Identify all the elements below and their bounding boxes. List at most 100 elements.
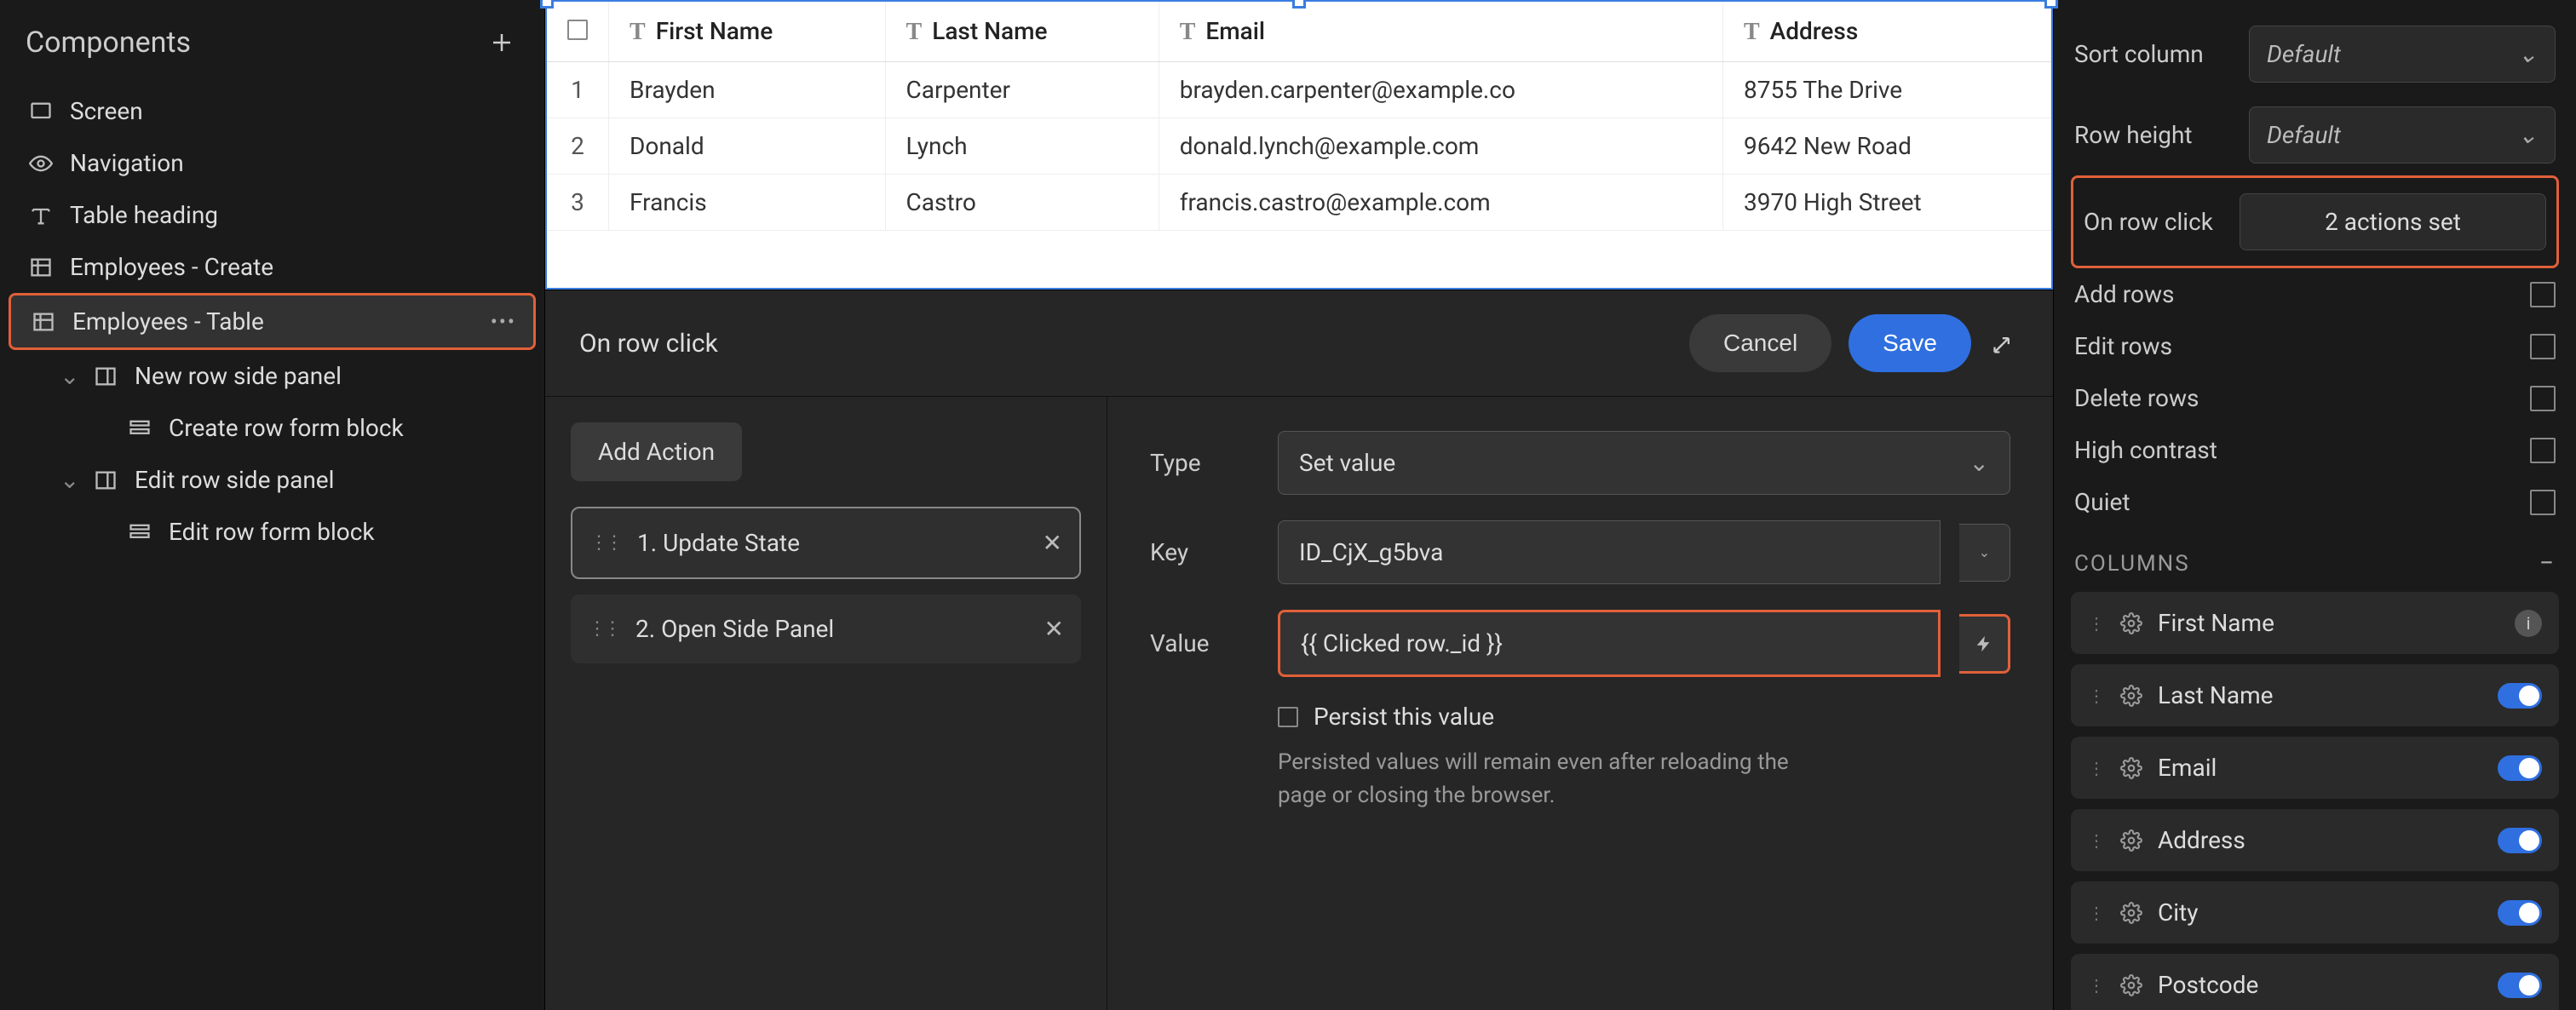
sort-column-select[interactable]: Default⌄ [2249,26,2556,83]
chevron-down-icon: ⌄ [1969,449,1989,477]
drag-icon[interactable]: ⋮ [2088,686,2105,706]
expand-icon[interactable] [1988,328,2019,359]
row-number: 1 [547,62,609,118]
gear-icon[interactable] [2120,612,2142,634]
tree-item-employees-create[interactable]: Employees - Create [9,241,536,293]
key-dropdown-button[interactable]: ⌄ [1959,524,2010,582]
checkbox[interactable] [2530,438,2556,463]
selection-handle[interactable] [1292,0,1306,9]
tree-item-edit-row-side-panel[interactable]: ⌄Edit row side panel [9,454,536,506]
text-icon: T [1180,19,1196,45]
visibility-toggle[interactable] [2498,683,2542,709]
add-component-button[interactable] [485,26,519,60]
prop-label: Add rows [2074,280,2174,308]
tree-item-screen[interactable]: Screen [9,85,536,137]
column-header[interactable]: TFirst Name [609,2,886,62]
visibility-toggle[interactable] [2498,755,2542,781]
more-icon[interactable]: ••• [491,310,516,334]
tree-item-create-row-form-block[interactable]: Create row form block [9,402,536,454]
tree-item-edit-row-form-block[interactable]: Edit row form block [9,506,536,558]
gear-icon[interactable] [2120,757,2142,779]
eye-icon [26,152,56,175]
column-name: Postcode [2158,971,2258,999]
column-header[interactable]: TEmail [1159,2,1722,62]
column-header[interactable]: TAddress [1722,2,2050,62]
form-icon [124,416,155,440]
text-icon: T [1744,19,1760,45]
table-icon [26,255,56,279]
action-item[interactable]: ⋮⋮ 1. Update State ✕ [571,507,1081,579]
tree-item-label: Employees - Table [72,307,264,336]
action-item[interactable]: ⋮⋮ 2. Open Side Panel ✕ [571,594,1081,663]
selection-handle[interactable] [540,0,554,9]
collapse-icon[interactable]: − [2539,548,2556,578]
tree-item-new-row-side-panel[interactable]: ⌄New row side panel [9,350,536,402]
sort-column-label: Sort column [2074,40,2204,68]
text-icon: T [906,19,923,45]
tree-item-table-heading[interactable]: Table heading [9,189,536,241]
checkbox[interactable] [2530,282,2556,307]
gear-icon[interactable] [2120,902,2142,924]
form-icon [124,520,155,544]
table-row[interactable]: 3FrancisCastrofrancis.castro@example.com… [547,175,2051,231]
canvas-area: TFirst NameTLast NameTEmailTAddress 1Bra… [545,0,2053,1010]
visibility-toggle[interactable] [2498,828,2542,853]
select-all-checkbox[interactable] [567,20,588,40]
bindings-button[interactable] [1959,614,2010,674]
save-button[interactable]: Save [1849,314,1971,372]
tree-item-employees-table[interactable]: Employees - Table ••• [9,293,536,350]
column-config-item[interactable]: ⋮ First Name i [2071,592,2559,654]
selection-handle[interactable] [2044,0,2058,9]
action-label: 2. Open Side Panel [635,615,834,643]
visibility-toggle[interactable] [2498,900,2542,926]
remove-action-button[interactable]: ✕ [1044,615,1064,643]
remove-action-button[interactable]: ✕ [1043,529,1062,557]
drag-icon[interactable]: ⋮ [2088,613,2105,634]
tree-item-label: Screen [70,97,143,125]
column-config-item[interactable]: ⋮ Postcode [2071,954,2559,1010]
columns-section-header: COLUMNS [2074,551,2190,577]
column-header[interactable]: TLast Name [885,2,1159,62]
drag-icon[interactable]: ⋮⋮ [588,618,618,640]
visibility-toggle[interactable] [2498,973,2542,998]
column-config-item[interactable]: ⋮Address [2071,809,2559,871]
add-action-button[interactable]: Add Action [571,422,742,481]
components-panel: Components ScreenNavigationTable heading… [0,0,545,1010]
persist-checkbox[interactable] [1278,707,1298,727]
drag-icon[interactable]: ⋮ [2088,975,2105,996]
cancel-button[interactable]: Cancel [1689,314,1831,372]
checkbox[interactable] [2530,490,2556,515]
checkbox[interactable] [2530,334,2556,359]
drag-icon[interactable]: ⋮ [2088,758,2105,778]
gear-icon[interactable] [2120,974,2142,996]
value-input[interactable]: {{ Clicked row._id }} [1278,610,1941,677]
table-row[interactable]: 2DonaldLynchdonald.lynch@example.com9642… [547,118,2051,175]
table-preview[interactable]: TFirst NameTLast NameTEmailTAddress 1Bra… [545,0,2053,290]
gear-icon[interactable] [2120,685,2142,707]
column-config-item[interactable]: ⋮ Last Name [2071,664,2559,726]
row-height-select[interactable]: Default⌄ [2249,106,2556,164]
action-label: 1. Update State [637,529,800,557]
on-row-click-value[interactable]: 2 actions set [2240,193,2546,250]
key-label: Key [1150,538,1252,566]
column-name: Email [2158,754,2217,782]
column-name: First Name [2158,609,2274,637]
column-config-item[interactable]: ⋮ Email [2071,737,2559,799]
type-select[interactable]: Set value ⌄ [1278,431,2010,495]
type-label: Type [1150,449,1252,477]
table-row[interactable]: 1BraydenCarpenterbrayden.carpenter@examp… [547,62,2051,118]
persist-label: Persist this value [1314,703,1494,731]
drag-icon[interactable]: ⋮ [2088,903,2105,923]
info-icon[interactable]: i [2515,610,2542,637]
column-name: Last Name [2158,681,2273,709]
drag-icon[interactable]: ⋮⋮ [589,532,620,554]
tree-item-navigation[interactable]: Navigation [9,137,536,189]
key-input[interactable]: ID_CjX_g5bva [1278,520,1941,584]
prop-label: High contrast [2074,436,2217,464]
text-icon [26,204,56,227]
column-config-item[interactable]: ⋮City [2071,881,2559,944]
on-row-click-label: On row click [2084,208,2213,236]
drag-icon[interactable]: ⋮ [2088,830,2105,851]
gear-icon[interactable] [2120,829,2142,852]
checkbox[interactable] [2530,386,2556,411]
